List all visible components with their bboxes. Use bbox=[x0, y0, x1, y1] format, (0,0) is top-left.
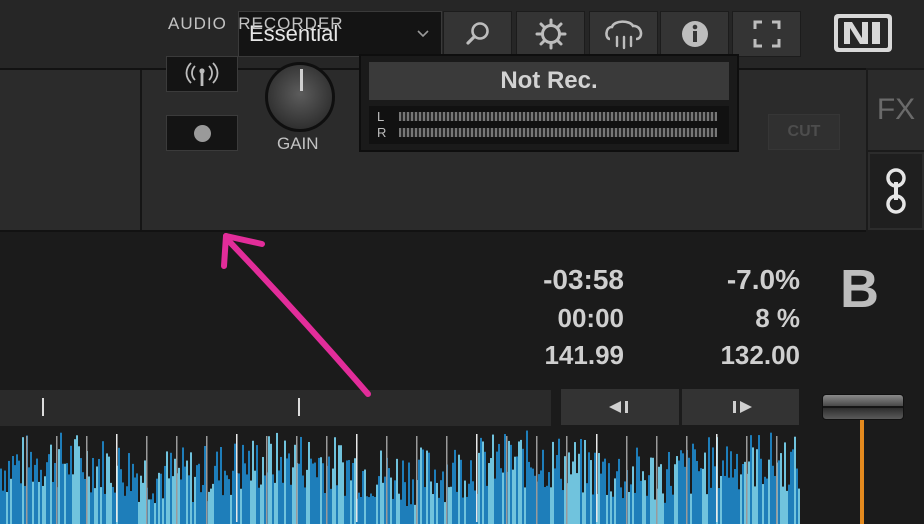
gain-label: GAIN bbox=[277, 134, 319, 153]
search-icon bbox=[465, 22, 489, 45]
skip-back-icon bbox=[609, 401, 628, 413]
meter-right-label: R bbox=[377, 125, 387, 140]
fader-handle-line bbox=[823, 406, 903, 408]
fx-button[interactable]: FX bbox=[868, 70, 924, 150]
loop-cloud-icon bbox=[604, 20, 642, 50]
cloud-sync-button[interactable] bbox=[589, 11, 658, 57]
position-marker bbox=[298, 398, 300, 416]
elapsed-time: 00:00 bbox=[557, 303, 625, 333]
track-position-bar[interactable] bbox=[0, 390, 551, 426]
broadcast-button[interactable] bbox=[166, 56, 238, 92]
remaining-time: -03:58 bbox=[543, 264, 624, 295]
mixer-icon bbox=[886, 168, 906, 214]
fullscreen-button[interactable] bbox=[732, 11, 801, 57]
jump-back-button[interactable] bbox=[560, 388, 680, 426]
waveform-display[interactable] bbox=[0, 430, 800, 524]
pitch-fader-handle[interactable] bbox=[822, 394, 904, 420]
cut-button[interactable]: CUT bbox=[768, 114, 840, 150]
recorder-display: Not Rec. L R bbox=[359, 54, 739, 152]
record-button[interactable] bbox=[166, 115, 238, 151]
fullscreen-icon bbox=[753, 20, 780, 48]
preferences-button[interactable] bbox=[516, 11, 585, 57]
bpm-display: 141.99 bbox=[544, 340, 624, 370]
broadcast-icon bbox=[185, 62, 219, 86]
meter-left-label: L bbox=[377, 109, 385, 124]
base-bpm: 132.00 bbox=[720, 340, 800, 370]
gear-icon bbox=[535, 18, 566, 50]
chevron-down-icon bbox=[417, 30, 429, 38]
info-icon bbox=[681, 21, 708, 47]
gain-knob-indicator bbox=[300, 69, 303, 91]
position-marker bbox=[42, 398, 44, 416]
tempo-offset: -7.0% bbox=[726, 264, 800, 295]
gain-knob[interactable] bbox=[265, 62, 335, 132]
tempo-range: 8 % bbox=[755, 303, 800, 333]
meter-right-bar bbox=[399, 128, 717, 137]
audio-recorder-title: AUDIO RECORDER bbox=[168, 14, 344, 33]
meter-left-bar bbox=[399, 112, 717, 121]
info-button[interactable] bbox=[660, 11, 729, 57]
deck-letter: B bbox=[840, 259, 879, 319]
search-button[interactable] bbox=[443, 11, 512, 57]
left-panel-strip bbox=[0, 70, 142, 230]
record-dot-icon bbox=[193, 124, 211, 142]
recording-status: Not Rec. bbox=[369, 62, 729, 100]
skip-forward-icon bbox=[732, 401, 752, 413]
pitch-fader-track bbox=[860, 405, 864, 524]
ni-logo-icon bbox=[834, 14, 892, 52]
level-meter: L R bbox=[369, 106, 729, 144]
jump-forward-button[interactable] bbox=[681, 388, 800, 426]
mixer-toggle-button[interactable] bbox=[868, 152, 924, 230]
